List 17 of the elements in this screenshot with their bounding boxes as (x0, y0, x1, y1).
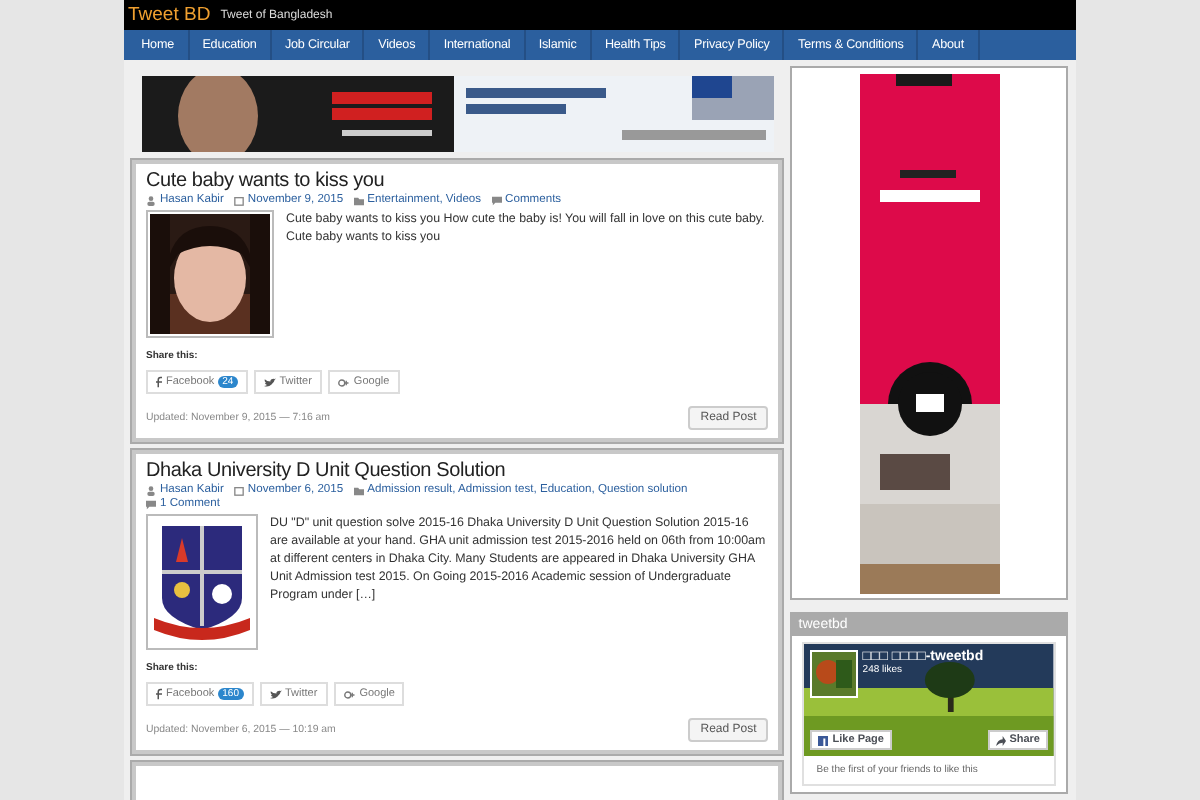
calendar-icon (233, 195, 244, 205)
google-plus-icon (343, 689, 356, 699)
facebook-icon (156, 688, 162, 700)
twitter-icon (263, 377, 276, 387)
twitter-icon (269, 689, 281, 699)
comment-icon (146, 499, 156, 509)
person-icon (146, 485, 156, 495)
folder-icon (353, 195, 364, 205)
google-plus-icon (337, 377, 350, 387)
site-title[interactable]: Tweet BD (128, 4, 211, 26)
post-title[interactable]: Dhaka University D Unit Question Solution (146, 460, 769, 482)
folder-icon (353, 485, 364, 495)
comment-icon (491, 195, 502, 205)
facebook-icon (156, 376, 162, 388)
post-title[interactable]: Cute baby wants to kiss you (146, 170, 769, 192)
person-icon (146, 195, 156, 205)
calendar-icon (233, 485, 244, 495)
